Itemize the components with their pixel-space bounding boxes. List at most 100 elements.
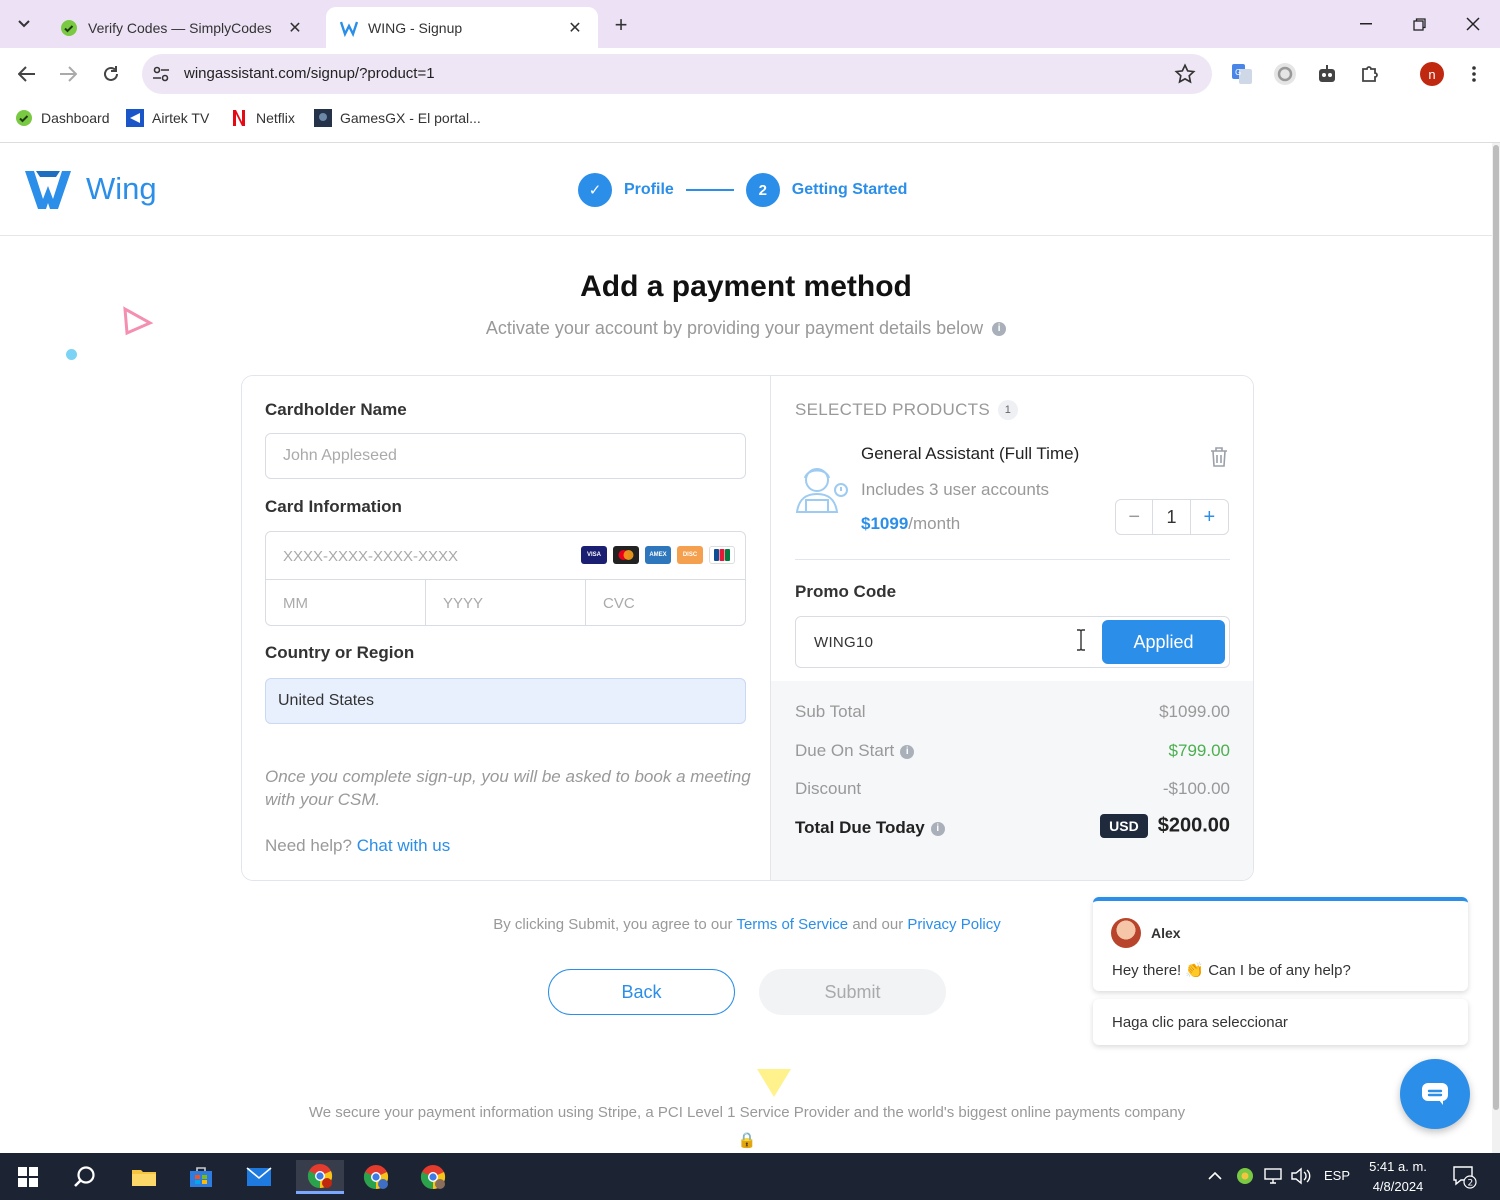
terms-of-service-link[interactable]: Terms of Service (736, 916, 848, 933)
subtitle-text: Activate your account by providing your … (485, 318, 984, 338)
back-button[interactable]: Back (548, 969, 735, 1015)
card-expiry-row: MM YYYY CVC (266, 579, 745, 626)
notification-center-icon[interactable]: 2 (1452, 1165, 1478, 1192)
chat-with-us-link[interactable]: Chat with us (357, 836, 451, 855)
reload-icon[interactable] (96, 60, 126, 88)
card-information-group: XXXX-XXXX-XXXX-XXXX VISA AMEX DISC MM YY… (265, 531, 746, 626)
due-on-start-row: Due On Start i $799.00 (795, 741, 1230, 761)
chrome-profile-i-icon[interactable] (411, 1160, 455, 1194)
mail-icon[interactable] (239, 1160, 279, 1194)
browser-menu-icon[interactable] (1461, 61, 1487, 87)
discount-label: Discount (795, 779, 862, 798)
card-number-input[interactable]: XXXX-XXXX-XXXX-XXXX (283, 548, 458, 565)
info-icon[interactable]: i (992, 322, 1007, 337)
bookmark-star-icon[interactable] (1174, 63, 1196, 85)
close-tab-icon[interactable]: ✕ (566, 19, 584, 37)
increase-quantity-button[interactable]: + (1191, 500, 1228, 534)
total-row: Total Due Today i USD $200.00 (795, 814, 1230, 838)
chat-bubble-icon (1422, 1083, 1448, 1105)
chrome-taskbar-icon[interactable] (296, 1160, 344, 1194)
tab-verify-codes[interactable]: Verify Codes — SimplyCodes ✕ (46, 7, 318, 48)
file-explorer-icon[interactable] (124, 1160, 164, 1194)
close-tab-icon[interactable]: ✕ (286, 19, 304, 37)
country-select[interactable]: United States (265, 678, 746, 724)
chrome-profile-n-icon[interactable] (354, 1160, 398, 1194)
decorative-triangle (757, 1069, 791, 1097)
extension-c-icon[interactable] (1272, 61, 1298, 87)
tab-search-button[interactable] (10, 10, 38, 38)
step-connector (685, 189, 734, 191)
extensions-puzzle-icon[interactable] (1357, 61, 1383, 87)
chat-select-option[interactable]: Haga clic para seleccionar (1093, 999, 1468, 1045)
quantity-value[interactable]: 1 (1153, 500, 1191, 534)
product-price-period: /month (908, 514, 961, 533)
agent-name: Alex (1151, 925, 1181, 941)
language-indicator[interactable]: ESP (1324, 1168, 1350, 1183)
amex-icon: AMEX (645, 546, 671, 564)
bookmark-airtek[interactable]: Airtek TV (126, 108, 209, 128)
profile-avatar[interactable]: n (1420, 62, 1444, 86)
restore-icon[interactable] (1404, 10, 1434, 38)
subtotal-label: Sub Total (795, 702, 866, 721)
submit-button[interactable]: Submit (759, 969, 946, 1015)
bookmark-gamesgx[interactable]: GamesGX - El portal... (314, 108, 481, 128)
signup-stepper: ✓ Profile 2 Getting Started (578, 173, 907, 207)
chat-greeting-card[interactable]: Alex Hey there! 👏 Can I be of any help? (1093, 897, 1468, 991)
stripe-security-note: We secure your payment information using… (300, 1099, 1194, 1153)
info-icon[interactable]: i (930, 821, 945, 836)
search-icon[interactable] (65, 1160, 105, 1194)
site-settings-icon[interactable] (152, 65, 170, 83)
product-price-amount: $1099 (861, 514, 909, 533)
windows-start-icon[interactable] (8, 1160, 48, 1194)
total-value: $200.00 (1157, 814, 1230, 837)
microsoft-store-icon[interactable] (181, 1160, 221, 1194)
decrease-quantity-button[interactable]: − (1116, 500, 1154, 534)
bookmark-label: Netflix (256, 110, 295, 126)
info-icon[interactable]: i (900, 744, 915, 759)
visa-icon: VISA (581, 546, 607, 564)
privacy-policy-link[interactable]: Privacy Policy (907, 916, 1000, 933)
wing-logo-icon (25, 171, 71, 209)
step-profile-label[interactable]: Profile (624, 181, 674, 199)
subtotal-row: Sub Total $1099.00 (795, 702, 1230, 722)
expiry-year-input[interactable]: YYYY (426, 580, 586, 626)
minimize-icon[interactable] (1351, 10, 1381, 38)
network-icon[interactable] (1263, 1167, 1283, 1188)
volume-icon[interactable] (1290, 1167, 1312, 1188)
scrollbar-thumb[interactable] (1493, 145, 1499, 1110)
product-description: Includes 3 user accounts (861, 480, 1050, 499)
trash-icon[interactable] (1209, 446, 1229, 468)
extension-robot-icon[interactable] (1314, 61, 1340, 87)
help-text: Need help? Chat with us (265, 836, 450, 856)
clock-time: 5:41 a. m. (1369, 1159, 1427, 1174)
promo-code-input[interactable]: WING10 (814, 634, 873, 651)
expiry-month-input[interactable]: MM (266, 580, 426, 626)
selected-products-label: SELECTED PRODUCTS (795, 400, 990, 419)
simplycodes-tray-icon[interactable] (1236, 1167, 1254, 1188)
card-brand-icons: VISA AMEX DISC (581, 546, 735, 564)
show-hidden-icons-chevron-icon[interactable] (1208, 1169, 1222, 1184)
new-tab-button[interactable]: + (606, 12, 636, 38)
clock-date: 4/8/2024 (1372, 1179, 1424, 1194)
chat-launcher-button[interactable] (1400, 1059, 1470, 1129)
google-translate-icon[interactable]: G (1229, 61, 1255, 87)
back-nav-icon[interactable] (12, 60, 42, 88)
close-window-icon[interactable] (1458, 10, 1488, 38)
bookmark-label: Dashboard (41, 110, 110, 126)
bookmark-dashboard[interactable]: Dashboard (15, 108, 110, 128)
step-profile-check-icon: ✓ (578, 173, 612, 207)
bookmark-label: Airtek TV (152, 110, 210, 126)
tab-wing-signup[interactable]: WING - Signup ✕ (326, 7, 598, 48)
address-bar[interactable]: wingassistant.com/signup/?product=1 (142, 54, 1212, 94)
page-scrollbar[interactable] (1492, 143, 1500, 1153)
country-label: Country or Region (265, 643, 415, 662)
cardholder-name-input[interactable]: John Appleseed (265, 433, 746, 479)
url-text: wingassistant.com/signup/?product=1 (184, 65, 435, 82)
system-clock[interactable]: 5:41 a. m. 4/8/2024 (1360, 1157, 1436, 1197)
forward-nav-icon[interactable] (53, 60, 83, 88)
wing-logo[interactable]: Wing (24, 167, 157, 211)
browser-toolbar: wingassistant.com/signup/?product=1 G n (0, 48, 1500, 100)
bookmark-netflix[interactable]: Netflix (230, 108, 295, 128)
applied-button[interactable]: Applied (1102, 620, 1225, 664)
cvc-input[interactable]: CVC (586, 580, 745, 626)
